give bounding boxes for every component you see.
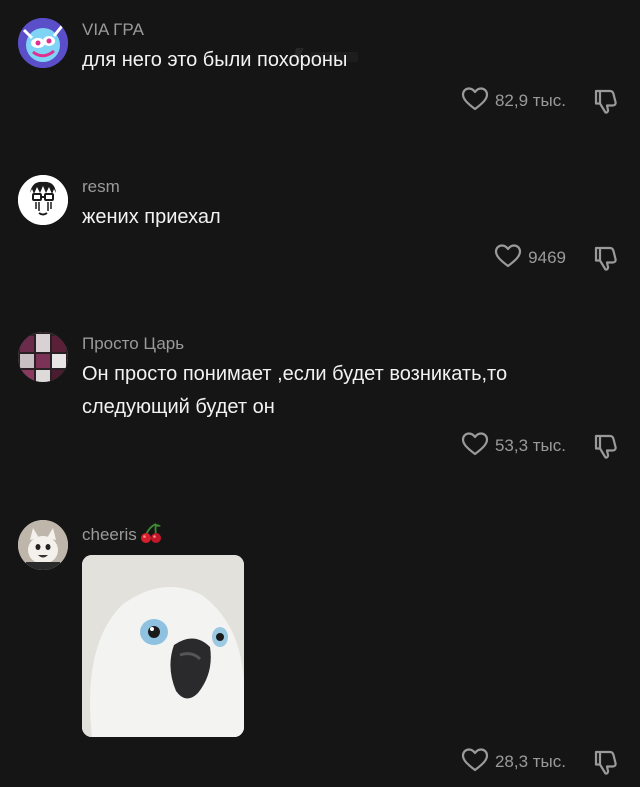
avatar[interactable] <box>18 332 68 382</box>
comment-actions: 82,9 тыс. <box>461 86 618 116</box>
comment-actions: 53,3 тыс. <box>461 431 618 461</box>
like-button[interactable]: 82,9 тыс. <box>461 86 592 117</box>
cherry-icon <box>139 522 163 549</box>
avatar[interactable] <box>18 18 68 68</box>
comment-text: Он просто понимает ,если будет возникать… <box>82 363 508 418</box>
like-count: 28,3 тыс. <box>494 752 566 771</box>
dislike-icon <box>592 245 618 271</box>
like-count: 82,9 тыс. <box>494 91 566 110</box>
like-count: 53,3 тыс. <box>494 436 566 455</box>
dislike-button[interactable] <box>592 245 618 271</box>
avatar[interactable] <box>18 175 68 225</box>
dislike-button[interactable] <box>592 749 618 775</box>
like-button[interactable]: 9469 <box>494 243 592 274</box>
heart-icon <box>494 243 522 274</box>
heart-icon <box>461 86 489 117</box>
comment-actions: 9469 <box>494 243 618 273</box>
comment-text: для него это были похороны <box>82 49 348 71</box>
dislike-button[interactable] <box>592 88 618 114</box>
username-text: cheeris <box>82 524 137 544</box>
comment-actions: 28,3 тыс. <box>461 747 618 777</box>
like-button[interactable]: 53,3 тыс. <box>461 431 592 462</box>
avatar[interactable] <box>18 520 68 570</box>
dislike-button[interactable] <box>592 433 618 459</box>
comment-image[interactable] <box>82 555 244 737</box>
heart-icon <box>461 747 489 778</box>
like-button[interactable]: 28,3 тыс. <box>461 747 592 778</box>
username[interactable]: VIA ГРА <box>82 20 144 40</box>
heart-icon <box>461 431 489 462</box>
like-count: 9469 <box>528 248 566 267</box>
comment-text: жених приехал <box>82 206 221 228</box>
dislike-icon <box>592 88 618 114</box>
dislike-icon <box>592 749 618 775</box>
username[interactable]: Просто Царь <box>82 334 184 354</box>
username[interactable]: cheeris <box>82 522 163 549</box>
dislike-icon <box>592 433 618 459</box>
username[interactable]: resm <box>82 177 120 197</box>
